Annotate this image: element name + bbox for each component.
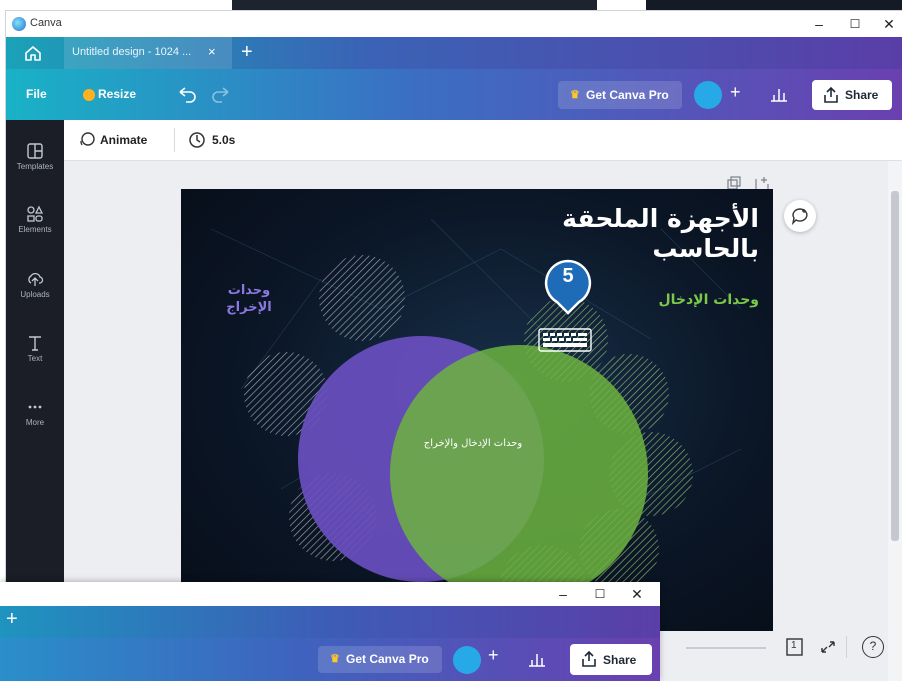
page-number: 1 <box>791 640 797 651</box>
slide-title-line-2: بالحاسب <box>652 234 759 263</box>
divider <box>846 636 847 658</box>
insights-icon[interactable] <box>527 650 547 668</box>
file-menu-button[interactable]: File <box>26 87 47 101</box>
sidebar-item-templates[interactable]: Templates <box>6 142 64 171</box>
animation-bar: Animate 5.0s <box>64 120 902 161</box>
add-collaborator-button[interactable]: + <box>488 645 499 666</box>
resize-button[interactable]: Resize <box>98 87 136 101</box>
insights-icon[interactable] <box>769 85 789 103</box>
templates-icon <box>27 143 43 159</box>
callout-marker: 5 <box>543 259 593 315</box>
fullscreen-icon[interactable] <box>818 638 838 656</box>
output-units-label[interactable]: وحدات الإخراج <box>209 282 289 316</box>
input-units-circle <box>390 345 648 603</box>
elements-icon <box>27 205 44 222</box>
resize-crown-icon <box>83 89 95 101</box>
share-button[interactable]: Share <box>812 80 892 110</box>
get-pro-label: Get Canva Pro <box>586 88 669 102</box>
editor-toolbar: File Resize ♛ Get Canva Pro + Share <box>6 69 902 120</box>
background-image-strip-right <box>646 0 902 11</box>
comment-icon <box>791 208 808 225</box>
help-icon: ? <box>869 639 877 653</box>
input-units-label[interactable]: وحدات الإدخال <box>658 292 759 308</box>
tab-label: Untitled design - 1024 ... <box>72 46 192 58</box>
output-label-line-2: الإخراج <box>226 300 272 315</box>
new-tab-button[interactable]: + <box>241 41 253 64</box>
sidebar-item-label: Uploads <box>20 290 50 299</box>
editor-toolbar: ♛ Get Canva Pro + Share <box>0 638 660 681</box>
duration-button[interactable]: 5.0s <box>212 133 235 147</box>
clock-icon <box>189 132 205 148</box>
zoom-slider[interactable] <box>686 647 766 649</box>
crown-icon: ♛ <box>570 89 580 101</box>
background-image-strip <box>232 0 597 11</box>
slide-title[interactable]: الأجهزة الملحقة بالحاسب <box>499 204 759 264</box>
design-slide[interactable]: الأجهزة الملحقة بالحاسب وحدات الإخراج وح… <box>181 189 773 631</box>
undo-icon[interactable] <box>176 84 198 104</box>
tab-bar: + <box>0 606 660 638</box>
vertical-scrollbar[interactable] <box>888 161 902 681</box>
divider <box>174 128 175 152</box>
maximize-button[interactable]: ☐ <box>838 14 872 34</box>
share-icon <box>582 650 596 667</box>
animate-icon <box>80 132 95 146</box>
share-button[interactable]: Share <box>570 644 652 675</box>
share-icon <box>824 86 838 103</box>
minimize-button[interactable]: – <box>802 14 836 34</box>
uploads-icon <box>28 272 44 286</box>
background-window-strip <box>0 0 902 11</box>
callout-number: 5 <box>562 265 574 287</box>
sidebar-item-text[interactable]: Text <box>6 334 64 363</box>
duplicate-page-icon <box>727 176 741 190</box>
sidebar-item-uploads[interactable]: Uploads <box>6 270 64 299</box>
get-canva-pro-button[interactable]: ♛ Get Canva Pro <box>318 646 442 673</box>
sidebar-item-more[interactable]: More <box>6 398 64 427</box>
avatar[interactable] <box>694 81 722 109</box>
sidebar-item-label: Text <box>27 354 43 363</box>
canva-logo-icon <box>12 17 26 31</box>
add-comment-button[interactable] <box>784 200 816 232</box>
hatched-circle <box>319 255 405 341</box>
scrollbar-thumb[interactable] <box>891 191 899 541</box>
home-icon[interactable] <box>24 44 42 62</box>
tab-bar: Untitled design - 1024 ... × + <box>6 37 902 69</box>
help-button[interactable]: ? <box>862 636 884 658</box>
sidebar-item-label: Templates <box>16 162 54 171</box>
animate-button[interactable]: Animate <box>100 133 147 147</box>
title-bar: Canva – ☐ ✕ <box>6 11 902 37</box>
minimize-button[interactable]: – <box>546 584 580 604</box>
close-window-button[interactable]: ✕ <box>620 584 654 604</box>
avatar[interactable] <box>453 646 481 674</box>
tab-close-icon[interactable]: × <box>208 44 216 59</box>
redo-icon[interactable] <box>210 84 232 104</box>
sidebar-item-elements[interactable]: Elements <box>6 205 64 234</box>
page-count-button[interactable]: 1 <box>783 636 811 658</box>
share-label: Share <box>845 88 879 102</box>
canva-window-overlay: – ☐ ✕ + ♛ Get Canva Pro + Share <box>0 582 660 681</box>
new-tab-button[interactable]: + <box>6 608 18 631</box>
crown-icon: ♛ <box>330 653 340 665</box>
share-label: Share <box>603 653 637 667</box>
input-output-units-label[interactable]: وحدات الإدخال والإخراج <box>393 438 553 449</box>
tab-untitled-design[interactable]: Untitled design - 1024 ... × <box>64 37 232 69</box>
maximize-button[interactable]: ☐ <box>583 584 617 604</box>
canva-window: Canva – ☐ ✕ Untitled design - 1024 ... ×… <box>6 11 902 681</box>
app-name: Canva <box>30 17 62 29</box>
get-pro-label: Get Canva Pro <box>346 652 429 666</box>
add-collaborator-button[interactable]: + <box>730 82 741 103</box>
output-label-line-1: وحدات <box>227 283 271 298</box>
sidebar-item-label: Elements <box>18 225 52 234</box>
more-icon <box>28 405 42 409</box>
get-canva-pro-button[interactable]: ♛ Get Canva Pro <box>558 81 682 109</box>
slide-title-line-1: الأجهزة الملحقة <box>562 204 759 233</box>
close-window-button[interactable]: ✕ <box>872 14 902 34</box>
text-icon <box>29 336 41 351</box>
sidebar-item-label: More <box>25 418 45 427</box>
